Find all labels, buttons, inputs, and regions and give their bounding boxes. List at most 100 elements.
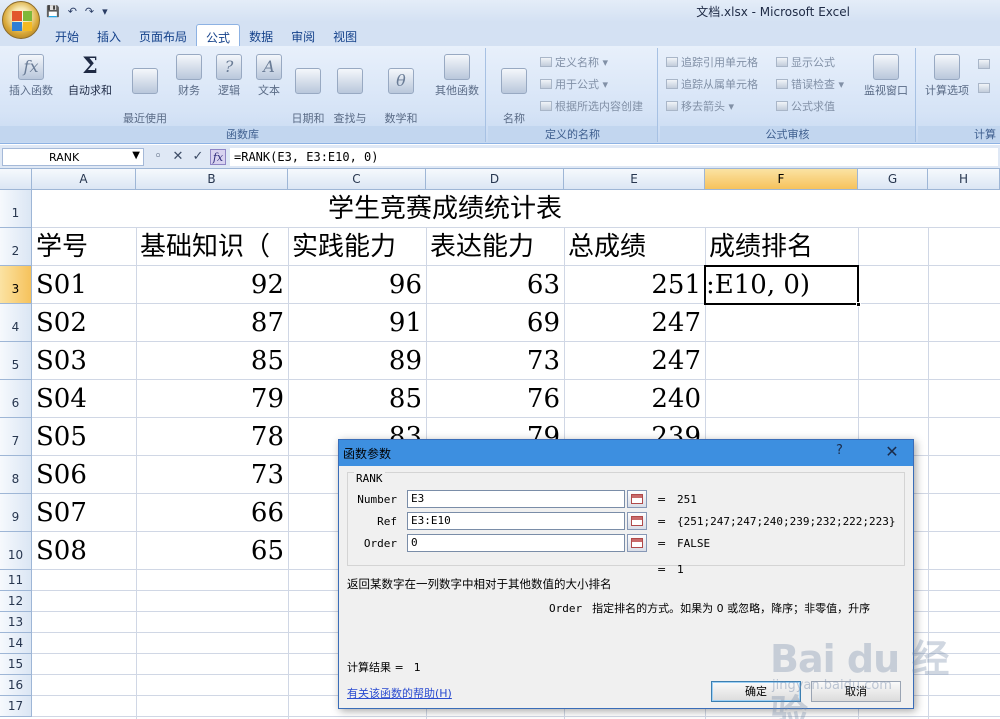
- score-cell[interactable]: 73: [426, 342, 564, 380]
- score-cell[interactable]: 78: [136, 418, 288, 456]
- tab-2[interactable]: 页面布局: [130, 24, 196, 46]
- row-header-4[interactable]: 4: [0, 304, 32, 342]
- student-id-cell[interactable]: S04: [32, 380, 136, 418]
- autosum-button[interactable]: Σ 自动求和: [62, 54, 118, 98]
- remove-arrows-button[interactable]: 移去箭头 ▾: [666, 98, 734, 114]
- score-cell[interactable]: 240: [564, 380, 705, 418]
- score-cell[interactable]: 76: [426, 380, 564, 418]
- name-box-dropdown-icon[interactable]: ▼: [132, 150, 140, 161]
- column-header-A[interactable]: A: [32, 169, 136, 190]
- header-cell[interactable]: 表达能力: [426, 228, 564, 266]
- row-header-12[interactable]: 12: [0, 591, 32, 612]
- score-cell[interactable]: 85: [288, 380, 426, 418]
- tab-0[interactable]: 开始: [46, 24, 88, 46]
- score-cell[interactable]: 66: [136, 494, 288, 532]
- score-cell[interactable]: 69: [426, 304, 564, 342]
- column-header-E[interactable]: E: [564, 169, 705, 190]
- dialog-title[interactable]: 函数参数: [339, 440, 913, 466]
- header-cell[interactable]: 成绩排名: [705, 228, 858, 266]
- collapse-dialog-icon[interactable]: [627, 512, 647, 530]
- header-cell[interactable]: 基础知识（: [136, 228, 308, 266]
- active-cell-F3[interactable]: :E10, 0): [702, 265, 861, 307]
- use-in-formula-button[interactable]: 用于公式 ▾: [540, 76, 608, 92]
- show-formulas-button[interactable]: 显示公式: [776, 54, 835, 70]
- ok-button[interactable]: 确定: [711, 681, 801, 702]
- collapse-dialog-icon[interactable]: [627, 534, 647, 552]
- calc-sheet-icon[interactable]: [978, 82, 993, 95]
- header-cell[interactable]: 总成绩: [564, 228, 705, 266]
- header-cell[interactable]: 学号: [32, 228, 136, 266]
- calculation-options-button[interactable]: 计算选项: [920, 54, 974, 98]
- cancel-button[interactable]: 取消: [811, 681, 901, 702]
- name-box[interactable]: RANK ▼: [2, 148, 144, 166]
- student-id-cell[interactable]: S08: [32, 532, 136, 570]
- student-id-cell[interactable]: S03: [32, 342, 136, 380]
- formula-input[interactable]: =RANK(E3, E3:E10, 0): [230, 148, 998, 166]
- insert-function-button[interactable]: fx 插入函数: [4, 54, 58, 98]
- evaluate-formula-button[interactable]: 公式求值: [776, 98, 835, 114]
- help-icon[interactable]: ?: [836, 443, 843, 458]
- row-header-13[interactable]: 13: [0, 612, 32, 633]
- insert-function-icon[interactable]: fx: [210, 149, 226, 165]
- student-id-cell[interactable]: S06: [32, 456, 136, 494]
- trace-precedents-button[interactable]: 追踪引用单元格: [666, 54, 758, 70]
- score-cell[interactable]: 89: [288, 342, 426, 380]
- column-header-C[interactable]: C: [288, 169, 426, 190]
- row-header-10[interactable]: 10: [0, 532, 32, 570]
- score-cell[interactable]: 65: [136, 532, 288, 570]
- row-header-5[interactable]: 5: [0, 342, 32, 380]
- score-cell[interactable]: 91: [288, 304, 426, 342]
- office-button[interactable]: [2, 1, 40, 39]
- argument-input-order[interactable]: 0: [407, 534, 625, 552]
- column-header-F[interactable]: F: [705, 169, 858, 190]
- active-cell-editing-text[interactable]: :E10, 0): [702, 266, 852, 304]
- row-header-15[interactable]: 15: [0, 654, 32, 675]
- logical-button[interactable]: ? 逻辑: [212, 54, 246, 98]
- fill-handle[interactable]: [856, 302, 861, 307]
- score-cell[interactable]: 73: [136, 456, 288, 494]
- row-header-8[interactable]: 8: [0, 456, 32, 494]
- cancel-entry-icon[interactable]: ✕: [170, 149, 186, 165]
- tab-5[interactable]: 审阅: [282, 24, 324, 46]
- column-header-D[interactable]: D: [426, 169, 564, 190]
- student-id-cell[interactable]: S05: [32, 418, 136, 456]
- student-id-cell[interactable]: S01: [32, 266, 136, 304]
- watch-window-button[interactable]: 监视窗口: [860, 54, 912, 98]
- create-from-selection-button[interactable]: 根据所选内容创建: [540, 98, 643, 114]
- score-cell[interactable]: 92: [136, 266, 288, 304]
- row-header-6[interactable]: 6: [0, 380, 32, 418]
- argument-input-ref[interactable]: E3:E10: [407, 512, 625, 530]
- collapse-dialog-icon[interactable]: [627, 490, 647, 508]
- student-id-cell[interactable]: S07: [32, 494, 136, 532]
- function-help-link[interactable]: 有关该函数的帮助(H): [347, 685, 452, 701]
- score-cell[interactable]: 251: [564, 266, 705, 304]
- expand-icon[interactable]: ◦: [150, 149, 166, 165]
- close-icon[interactable]: ✕: [880, 441, 904, 463]
- score-cell[interactable]: 63: [426, 266, 564, 304]
- row-header-17[interactable]: 17: [0, 696, 32, 717]
- select-all-corner[interactable]: [0, 169, 32, 190]
- student-id-cell[interactable]: S02: [32, 304, 136, 342]
- score-cell[interactable]: 247: [564, 342, 705, 380]
- more-functions-button[interactable]: 其他函数: [430, 54, 484, 98]
- calc-now-icon[interactable]: [978, 58, 993, 71]
- enter-entry-icon[interactable]: ✓: [190, 149, 206, 165]
- row-header-3[interactable]: 3: [0, 266, 32, 304]
- row-header-2[interactable]: 2: [0, 228, 32, 266]
- tab-4[interactable]: 数据: [240, 24, 282, 46]
- text-button[interactable]: A 文本: [252, 54, 286, 98]
- trace-dependents-button[interactable]: 追踪从属单元格: [666, 76, 758, 92]
- tab-3[interactable]: 公式: [196, 24, 241, 46]
- row-header-1[interactable]: 1: [0, 190, 32, 228]
- tab-1[interactable]: 插入: [88, 24, 130, 46]
- score-cell[interactable]: 85: [136, 342, 288, 380]
- score-cell[interactable]: 79: [136, 380, 288, 418]
- argument-input-number[interactable]: E3: [407, 490, 625, 508]
- sheet-title[interactable]: 学生竞赛成绩统计表: [32, 190, 858, 228]
- score-cell[interactable]: 247: [564, 304, 705, 342]
- financial-button[interactable]: 财务: [172, 54, 206, 98]
- header-cell[interactable]: 实践能力: [288, 228, 426, 266]
- tab-6[interactable]: 视图: [324, 24, 366, 46]
- column-header-G[interactable]: G: [858, 169, 928, 190]
- row-header-11[interactable]: 11: [0, 570, 32, 591]
